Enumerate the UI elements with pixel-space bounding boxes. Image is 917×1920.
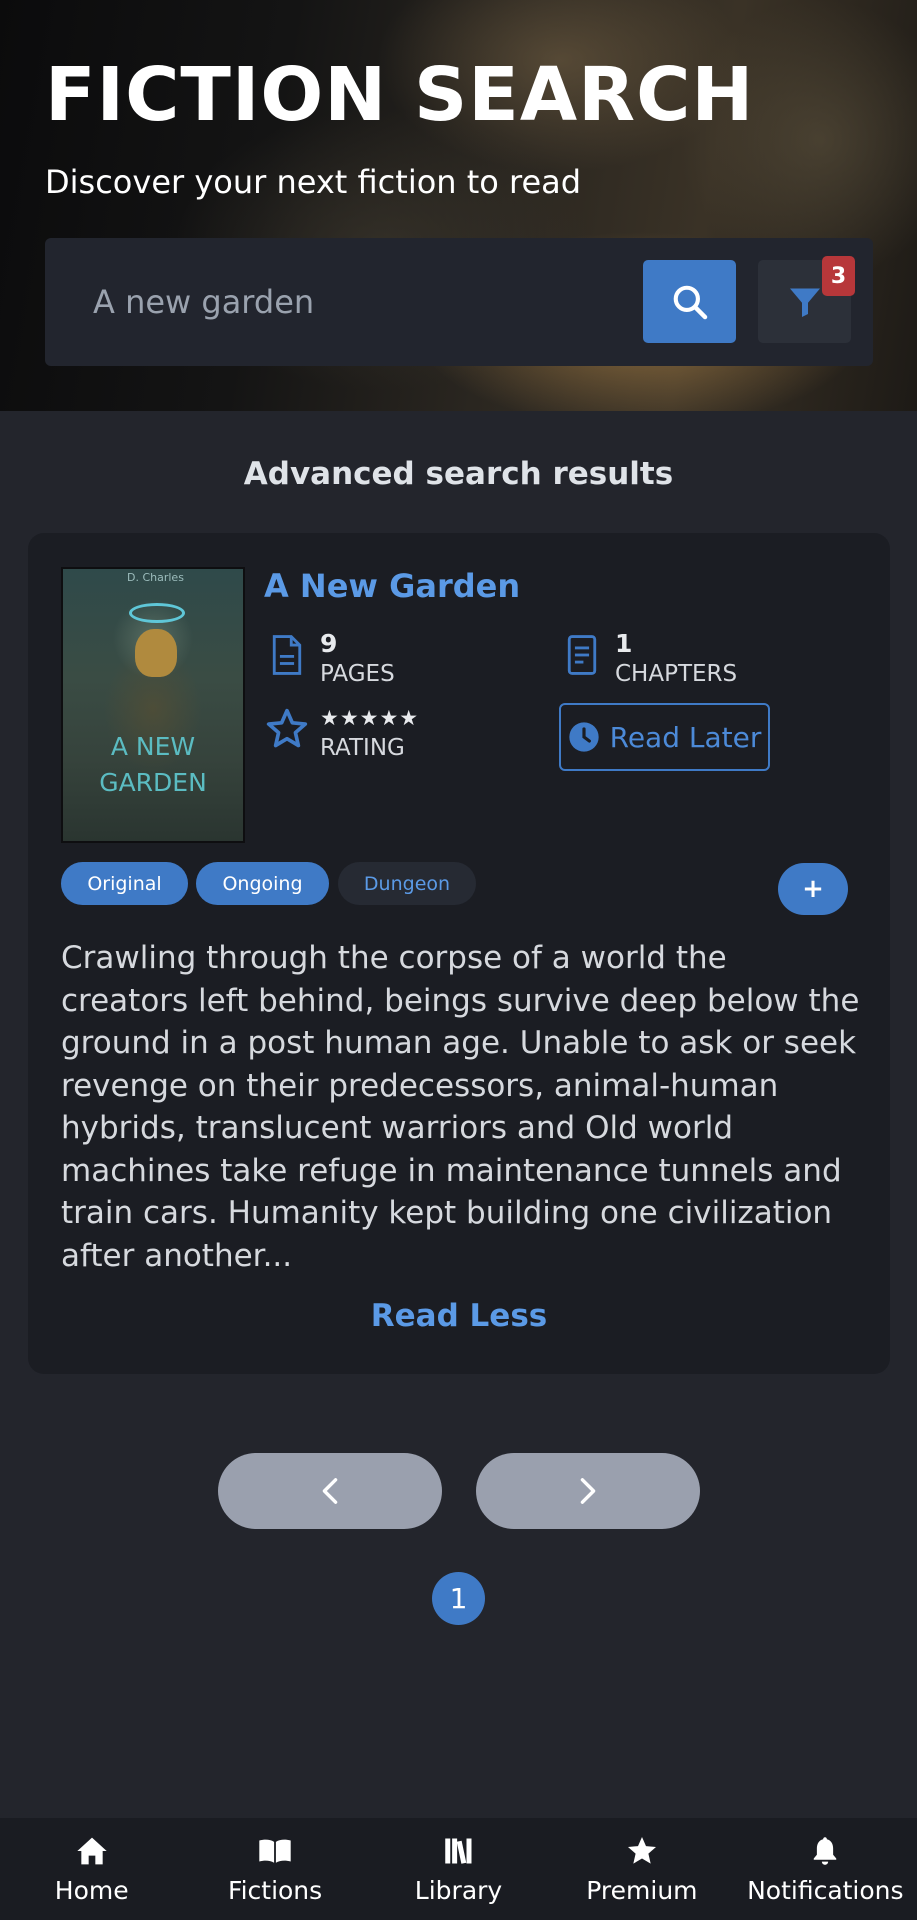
filter-icon (789, 288, 820, 317)
page-subtitle: Discover your next fiction to read (45, 163, 582, 201)
page-icon (264, 629, 310, 681)
pages-stat: 9 PAGES (264, 629, 395, 689)
cover-figure-art (135, 629, 177, 677)
fiction-card: D. Charles A NEW GARDEN A New Garden 9 P… (28, 533, 890, 1374)
cover-author: D. Charles (127, 571, 184, 584)
chapters-label: CHAPTERS (615, 661, 738, 687)
book-title[interactable]: A New Garden (264, 567, 520, 605)
pages-value: 9 (320, 629, 338, 658)
nav-item-notifications[interactable]: Notifications (734, 1818, 917, 1920)
home-icon (75, 1834, 109, 1868)
chapter-icon (559, 629, 605, 681)
page-title: FICTION SEARCH (45, 52, 755, 138)
nav-item-premium[interactable]: Premium (550, 1818, 733, 1920)
nav-label-premium: Premium (586, 1876, 698, 1905)
pages-label: PAGES (320, 661, 395, 687)
star-icon (625, 1834, 659, 1868)
rating-stat: ★★★★★ RATING (264, 703, 419, 763)
bell-icon (808, 1834, 842, 1868)
chapters-stat: 1 CHAPTERS (559, 629, 737, 689)
tag-original[interactable]: Original (61, 862, 188, 905)
cover-title: A NEW GARDEN (99, 732, 207, 797)
nav-item-home[interactable]: Home (0, 1818, 183, 1920)
chevron-right-icon (580, 1478, 596, 1504)
cover-halo-art (129, 603, 185, 623)
read-less-link[interactable]: Read Less (28, 1298, 890, 1334)
nav-label-library: Library (414, 1876, 503, 1905)
previous-page-button[interactable] (218, 1453, 442, 1529)
search-input[interactable] (93, 276, 613, 328)
tag-ongoing[interactable]: Ongoing (196, 862, 329, 905)
chapters-value: 1 (615, 629, 633, 658)
rating-label: RATING (320, 735, 405, 761)
book-description: Crawling through the corpse of a world t… (61, 940, 860, 1274)
book-cover[interactable]: D. Charles A NEW GARDEN (61, 567, 245, 843)
search-icon (673, 285, 707, 319)
book-open-icon (258, 1834, 292, 1868)
read-later-button[interactable]: Read Later (559, 703, 770, 771)
nav-label-fictions: Fictions (228, 1876, 323, 1905)
search-box: 3 (45, 238, 873, 366)
page-number-1[interactable]: 1 (432, 1572, 485, 1625)
chevron-left-icon (322, 1478, 338, 1504)
star-outline-icon (264, 703, 310, 755)
search-button[interactable] (643, 260, 736, 343)
tag-dungeon[interactable]: Dungeon (338, 862, 476, 905)
filter-count-badge: 3 (822, 256, 855, 296)
bottom-navigation: Home Fictions Library Premium Notificati… (0, 1818, 917, 1920)
clock-icon (568, 722, 599, 752)
nav-label-notifications: Notifications (747, 1876, 904, 1905)
nav-label-home: Home (54, 1876, 129, 1905)
nav-item-library[interactable]: Library (367, 1818, 550, 1920)
rating-stars: ★★★★★ (320, 706, 420, 730)
add-button[interactable]: + (778, 863, 848, 915)
next-page-button[interactable] (476, 1453, 700, 1529)
library-icon (442, 1834, 476, 1868)
read-later-label: Read Later (609, 720, 762, 754)
results-heading: Advanced search results (243, 456, 674, 492)
hero-banner: FICTION SEARCH Discover your next fictio… (0, 0, 917, 411)
nav-item-fictions[interactable]: Fictions (183, 1818, 366, 1920)
